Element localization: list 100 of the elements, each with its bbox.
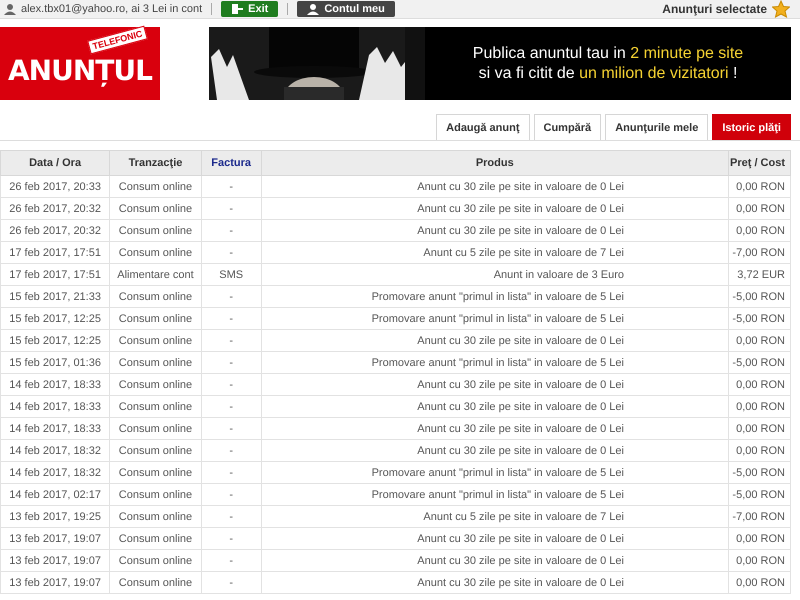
table-cell: Anunt cu 5 zile pe site in valoare de 7 Lei xyxy=(261,242,728,264)
table-cell: 17 feb 2017, 17:51 xyxy=(0,242,110,264)
table-cell: 14 feb 2017, 18:33 xyxy=(0,396,110,418)
table-cell: -5,00 RON xyxy=(728,484,790,506)
table-cell: Consum online xyxy=(110,418,202,440)
table-cell: - xyxy=(201,176,262,198)
table-cell: Consum online xyxy=(110,176,202,198)
table-cell: 26 feb 2017, 20:32 xyxy=(0,220,110,242)
table-cell: Anunt cu 30 zile pe site in valoare de 0 Lei xyxy=(261,396,728,418)
table-cell: 14 feb 2017, 18:33 xyxy=(0,374,110,396)
table-cell: -5,00 RON xyxy=(728,308,790,330)
tab[interactable]: Adaugă anunţ xyxy=(436,114,530,140)
table-cell: 14 feb 2017, 18:33 xyxy=(0,418,110,440)
table-cell: 13 feb 2017, 19:07 xyxy=(0,550,110,572)
table-cell: - xyxy=(201,352,262,374)
column-header: Preţ / Cost xyxy=(728,150,790,176)
table-cell: Anunt cu 30 zile pe site in valoare de 0 Lei xyxy=(261,528,728,550)
table-cell: Anunt cu 5 zile pe site in valoare de 7 Lei xyxy=(261,506,728,528)
table-cell: 15 feb 2017, 01:36 xyxy=(0,352,110,374)
table-cell: -7,00 RON xyxy=(728,506,790,528)
table-cell: 0,00 RON xyxy=(728,396,790,418)
table-cell: Consum online xyxy=(110,220,202,242)
user-icon xyxy=(307,3,320,15)
banner-text: ! xyxy=(732,64,738,82)
table-cell: 13 feb 2017, 19:25 xyxy=(0,506,110,528)
table-cell: Consum online xyxy=(110,528,202,550)
favorites-link[interactable]: Anunţuri selectate xyxy=(662,2,767,16)
table-cell: - xyxy=(201,572,262,594)
exit-button[interactable]: Exit xyxy=(221,1,278,17)
table-cell: - xyxy=(201,198,262,220)
table-cell: Anunt cu 30 zile pe site in valoare de 0 Lei xyxy=(261,220,728,242)
table-cell: Anunt cu 30 zile pe site in valoare de 0 Lei xyxy=(261,418,728,440)
account-button[interactable]: Contul meu xyxy=(297,1,395,17)
table-cell: - xyxy=(201,330,262,352)
table-cell: 14 feb 2017, 02:17 xyxy=(0,484,110,506)
column-header: Tranzacţie xyxy=(110,150,202,176)
table-cell: Consum online xyxy=(110,550,202,572)
table-cell: 15 feb 2017, 12:25 xyxy=(0,330,110,352)
table-cell: Anunt cu 30 zile pe site in valoare de 0 Lei xyxy=(261,550,728,572)
user-icon xyxy=(4,3,16,15)
table-cell: Consum online xyxy=(110,506,202,528)
table-cell: 0,00 RON xyxy=(728,528,790,550)
table-cell: -5,00 RON xyxy=(728,286,790,308)
table-cell: 0,00 RON xyxy=(728,572,790,594)
table-cell: Consum online xyxy=(110,572,202,594)
table-cell: Consum online xyxy=(110,374,202,396)
column-header-link[interactable]: Factura xyxy=(201,150,262,176)
table-cell: -5,00 RON xyxy=(728,462,790,484)
table-cell: Consum online xyxy=(110,198,202,220)
table-cell: Anunt cu 30 zile pe site in valoare de 0 Lei xyxy=(261,440,728,462)
table-cell: Promovare anunt "primul in lista" in valoare de 5 Lei xyxy=(261,462,728,484)
table-cell: Anunt cu 30 zile pe site in valoare de 0 Lei xyxy=(261,176,728,198)
table-cell: 13 feb 2017, 19:07 xyxy=(0,528,110,550)
tab[interactable]: Istoric plăţi xyxy=(712,114,791,140)
tab[interactable]: Cumpără xyxy=(534,114,602,140)
banner-ad[interactable]: Publica anuntul tau in 2 minute pe site si va fi citit de un milion de vizitatori ! xyxy=(209,27,791,100)
table-cell: -7,00 RON xyxy=(728,242,790,264)
table-cell: 0,00 RON xyxy=(728,198,790,220)
table-cell: 0,00 RON xyxy=(728,374,790,396)
table-cell: 0,00 RON xyxy=(728,550,790,572)
table-cell: - xyxy=(201,440,262,462)
table-cell: - xyxy=(201,308,262,330)
table-cell: 17 feb 2017, 17:51 xyxy=(0,264,110,286)
table-cell: 26 feb 2017, 20:33 xyxy=(0,176,110,198)
table-cell: 13 feb 2017, 19:07 xyxy=(0,572,110,594)
table-cell: Promovare anunt "primul in lista" in valoare de 5 Lei xyxy=(261,286,728,308)
table-cell: - xyxy=(201,550,262,572)
table-cell: 0,00 RON xyxy=(728,330,790,352)
table-cell: Anunt cu 30 zile pe site in valoare de 0 Lei xyxy=(261,198,728,220)
table-cell: - xyxy=(201,396,262,418)
table-cell: SMS xyxy=(201,264,262,286)
table-cell: Alimentare cont xyxy=(110,264,202,286)
table-cell: - xyxy=(201,286,262,308)
table-cell: 14 feb 2017, 18:32 xyxy=(0,462,110,484)
table-cell: -5,00 RON xyxy=(728,352,790,374)
table-cell: 0,00 RON xyxy=(728,440,790,462)
table-cell: Anunt cu 30 zile pe site in valoare de 0 Lei xyxy=(261,330,728,352)
table-cell: Promovare anunt "primul in lista" in valoare de 5 Lei xyxy=(261,352,728,374)
table-cell: Consum online xyxy=(110,462,202,484)
table-cell: Consum online xyxy=(110,308,202,330)
table-cell: Consum online xyxy=(110,396,202,418)
table-cell: Consum online xyxy=(110,440,202,462)
table-cell: 3,72 EUR xyxy=(728,264,790,286)
table-cell: Consum online xyxy=(110,286,202,308)
column-header: Data / Ora xyxy=(0,150,110,176)
table-cell: Anunt cu 30 zile pe site in valoare de 0 Lei xyxy=(261,572,728,594)
table-cell: - xyxy=(201,528,262,550)
door-icon xyxy=(231,3,244,15)
table-cell: 26 feb 2017, 20:32 xyxy=(0,198,110,220)
table-cell: - xyxy=(201,242,262,264)
table-cell: Promovare anunt "primul in lista" in valoare de 5 Lei xyxy=(261,308,728,330)
table-cell: Anunt in valoare de 3 Euro xyxy=(261,264,728,286)
table-cell: Consum online xyxy=(110,330,202,352)
tab[interactable]: Anunţurile mele xyxy=(605,114,708,140)
table-cell: Consum online xyxy=(110,484,202,506)
table-cell: - xyxy=(201,220,262,242)
column-header: Produs xyxy=(261,150,728,176)
table-cell: Consum online xyxy=(110,352,202,374)
table-cell: 0,00 RON xyxy=(728,220,790,242)
table-cell: 14 feb 2017, 18:32 xyxy=(0,440,110,462)
